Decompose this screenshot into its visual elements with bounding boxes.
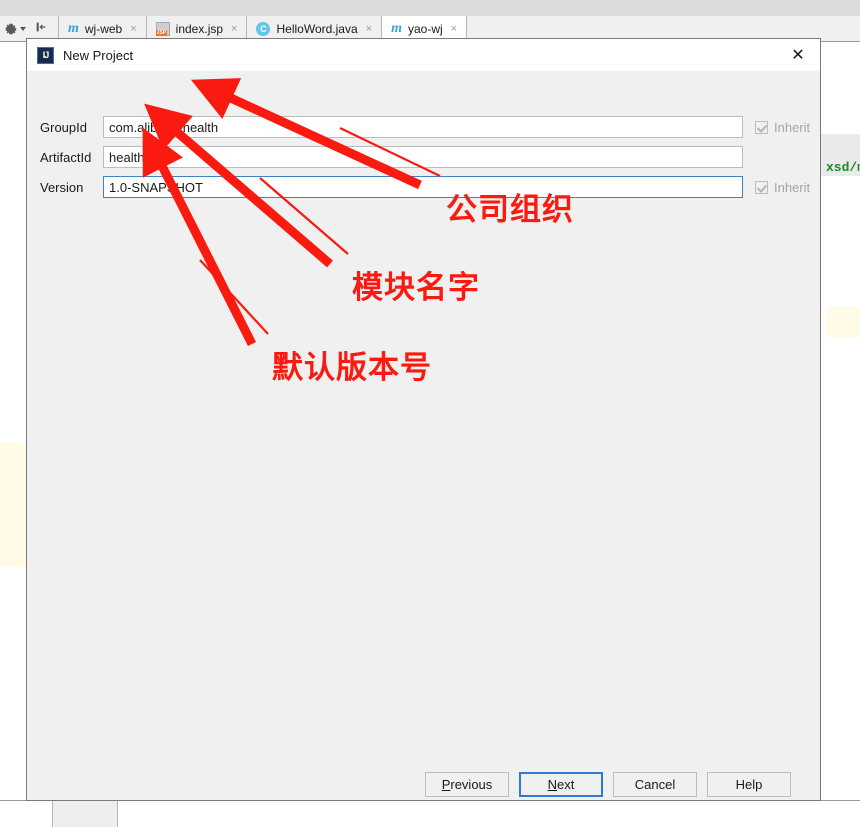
editor-tab-label: yao-wj	[407, 22, 443, 36]
form-row-groupid: GroupId Inherit	[27, 116, 820, 138]
editor-tab-label: index.jsp	[175, 22, 224, 36]
inherit-label: Inherit	[774, 179, 811, 195]
inherit-label: Inherit	[774, 119, 811, 135]
dialog-body: GroupId Inherit ArtifactId Version Inher…	[27, 71, 820, 768]
form-row-version: Version Inherit	[27, 176, 820, 198]
checkbox-checked-icon	[755, 180, 768, 194]
previous-button[interactable]: Previous	[425, 771, 509, 797]
annotation-groupid: 公司组织	[446, 192, 574, 227]
artifactid-input[interactable]	[103, 146, 743, 168]
ide-bottom-panel	[0, 800, 860, 827]
next-button[interactable]: Next	[519, 771, 603, 797]
dialog-titlebar: IJ New Project ✕	[27, 39, 820, 71]
editor-tab-label: HelloWord.java	[276, 22, 358, 36]
close-icon[interactable]: ×	[231, 23, 237, 35]
checkbox-checked-icon	[755, 120, 768, 134]
screenshot-root: m wj-web × index.jsp × C HelloWord.java …	[0, 0, 860, 827]
settings-gear-icon[interactable]	[4, 22, 26, 36]
maven-module-icon: m	[68, 21, 79, 36]
chevron-down-icon	[20, 27, 26, 31]
dialog-button-bar: Previous Next Cancel Help	[27, 768, 820, 800]
version-inherit-checkbox[interactable]: Inherit	[755, 180, 810, 195]
cancel-button[interactable]: Cancel	[613, 771, 697, 797]
editor-tab-tool-icons	[4, 19, 48, 39]
groupid-input[interactable]	[103, 116, 743, 138]
close-icon[interactable]: ×	[366, 23, 372, 35]
maven-module-icon: m	[391, 21, 402, 36]
ide-toolbar	[0, 0, 860, 16]
version-label: Version	[40, 179, 84, 195]
java-class-icon: C	[256, 22, 271, 36]
editor-highlight-band-right	[826, 307, 860, 337]
close-icon[interactable]: ×	[451, 23, 457, 35]
editor-tab-label: wj-web	[84, 22, 123, 36]
close-icon[interactable]: ×	[130, 23, 136, 35]
form-row-artifactid: ArtifactId	[27, 146, 820, 168]
dialog-title: New Project	[63, 47, 134, 63]
jsp-file-icon	[155, 22, 170, 36]
code-text-fragment: xsd/m	[826, 160, 860, 175]
help-button[interactable]: Help	[707, 771, 791, 797]
artifactid-label: ArtifactId	[40, 149, 92, 165]
groupid-inherit-checkbox[interactable]: Inherit	[755, 120, 810, 135]
new-project-dialog: IJ New Project ✕ GroupId Inherit Artifac…	[26, 38, 821, 801]
intellij-logo-icon: IJ	[37, 46, 54, 64]
ide-bottom-panel-tab[interactable]	[52, 801, 118, 827]
collapse-panel-icon[interactable]	[34, 20, 48, 39]
close-icon[interactable]: ✕	[776, 39, 820, 71]
annotation-artifactid: 模块名字	[352, 270, 480, 305]
version-input[interactable]	[103, 176, 743, 198]
groupid-label: GroupId	[40, 119, 87, 135]
editor-highlight-band-left	[0, 443, 26, 567]
annotation-version: 默认版本号	[272, 350, 432, 385]
